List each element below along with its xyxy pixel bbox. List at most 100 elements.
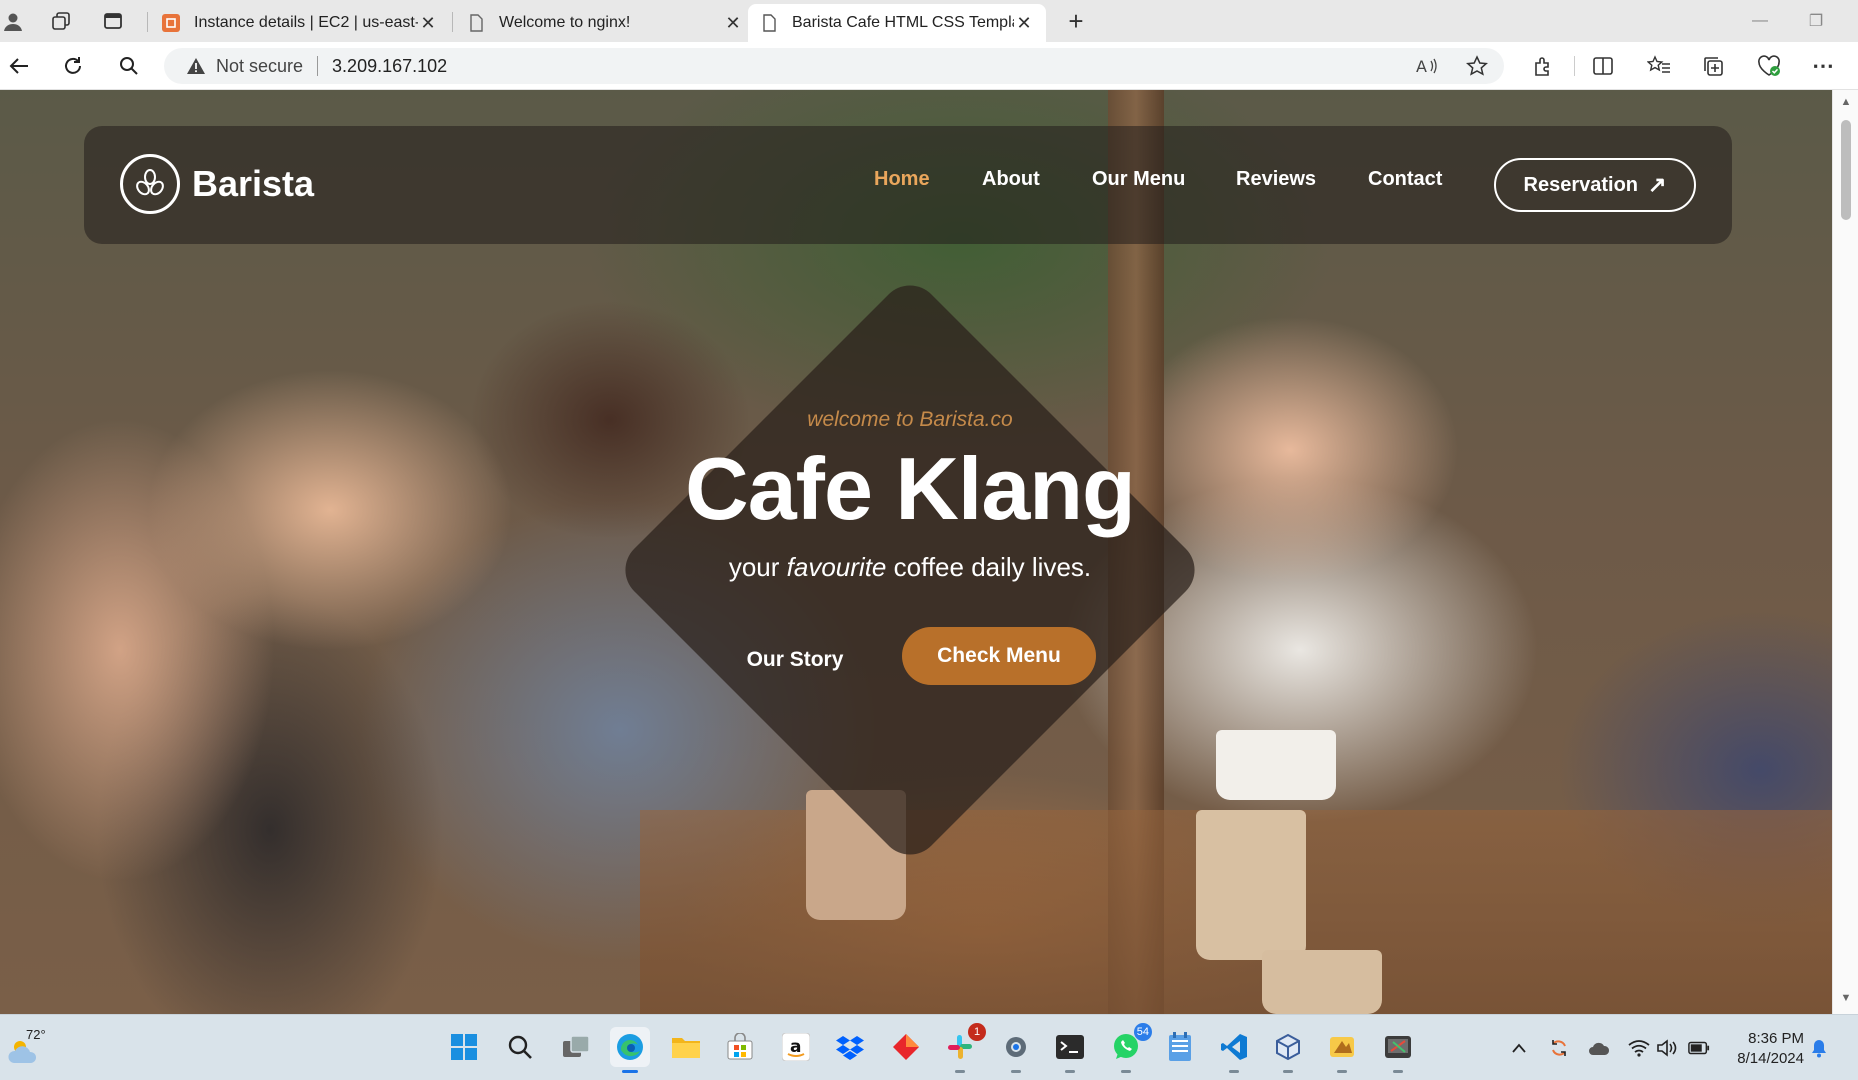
- refresh-button[interactable]: [58, 52, 88, 80]
- favorite-star-icon[interactable]: [1462, 52, 1492, 80]
- tab-title: Barista Cafe HTML CSS Template: [792, 14, 1014, 31]
- page-scrollbar[interactable]: ▲ ▼: [1832, 90, 1858, 1014]
- tagline-start: your: [728, 552, 787, 582]
- new-tab-button[interactable]: +: [1060, 6, 1092, 36]
- chevron-up-icon[interactable]: [1508, 1037, 1530, 1059]
- tagline-emphasis: favourite: [786, 552, 887, 582]
- svg-text:A: A: [1416, 57, 1427, 76]
- address-bar[interactable]: Not secure 3.209.167.102: [164, 48, 1504, 84]
- reservation-button[interactable]: Reservation ↗: [1494, 158, 1696, 212]
- reservation-label: Reservation: [1523, 173, 1639, 196]
- whatsapp-icon[interactable]: 54: [1106, 1023, 1152, 1073]
- arrow-up-right-icon: ↗: [1648, 172, 1667, 197]
- running-indicator: [1283, 1070, 1293, 1073]
- taskbar-search-icon[interactable]: [500, 1027, 540, 1067]
- running-indicator: [1229, 1070, 1239, 1073]
- close-icon[interactable]: ✕: [1014, 13, 1034, 34]
- tab-ec2[interactable]: Instance details | EC2 | us-east-1 ✕: [150, 4, 450, 42]
- wifi-icon[interactable]: [1628, 1037, 1650, 1059]
- workspaces-icon[interactable]: [48, 8, 74, 34]
- clock-date: 8/14/2024: [1737, 1050, 1804, 1067]
- volume-icon[interactable]: [1656, 1037, 1678, 1059]
- close-icon[interactable]: ✕: [723, 13, 743, 34]
- start-button[interactable]: [444, 1027, 484, 1067]
- site-brand[interactable]: Barista: [120, 154, 314, 214]
- nav-about[interactable]: About: [982, 168, 1040, 191]
- hero-welcome: welcome to Barista.co: [807, 408, 1013, 431]
- notification-bell-icon[interactable]: [1808, 1037, 1830, 1059]
- our-story-button[interactable]: Our Story: [720, 640, 870, 680]
- scroll-thumb[interactable]: [1841, 120, 1851, 220]
- file-explorer-icon[interactable]: [666, 1027, 706, 1067]
- browser-essentials-icon[interactable]: [1754, 52, 1784, 80]
- sync-icon[interactable]: [1548, 1037, 1570, 1059]
- nav-reviews[interactable]: Reviews: [1236, 168, 1316, 191]
- edge-browser-icon[interactable]: [610, 1027, 650, 1073]
- security-label[interactable]: Not secure: [216, 56, 303, 77]
- terminal-icon[interactable]: [1050, 1027, 1090, 1073]
- clock-time: 8:36 PM: [1748, 1030, 1804, 1047]
- more-options-icon[interactable]: ⋯: [1808, 52, 1838, 80]
- tab-separator: [147, 12, 148, 32]
- site-header: Barista Home About Our Menu Reviews Cont…: [84, 126, 1732, 244]
- tab-nginx[interactable]: Welcome to nginx! ✕: [455, 4, 755, 42]
- running-indicator: [1121, 1070, 1131, 1073]
- brand-name: Barista: [192, 163, 315, 204]
- page-viewport: Barista Home About Our Menu Reviews Cont…: [0, 90, 1832, 1014]
- snipping-tool-icon[interactable]: [1378, 1027, 1418, 1073]
- nav-contact[interactable]: Contact: [1368, 168, 1442, 191]
- system-clock[interactable]: 8:36 PM 8/14/2024: [1720, 1029, 1804, 1069]
- slack-icon[interactable]: 1: [940, 1023, 986, 1073]
- running-indicator: [1065, 1070, 1075, 1073]
- scroll-down-arrow-icon[interactable]: ▼: [1838, 992, 1854, 1008]
- close-icon[interactable]: ✕: [418, 13, 438, 34]
- warning-icon[interactable]: [186, 56, 206, 76]
- hero-background-cup: [1196, 810, 1306, 960]
- hero-tagline: your favourite coffee daily lives.: [600, 552, 1220, 583]
- virtualbox-icon[interactable]: [1268, 1027, 1308, 1073]
- check-menu-button[interactable]: Check Menu: [902, 627, 1096, 685]
- weather-widget[interactable]: 72°: [8, 1027, 48, 1069]
- settings-gear-icon[interactable]: [996, 1027, 1036, 1073]
- tab-title: Instance details | EC2 | us-east-1: [194, 14, 418, 31]
- vertical-tabs-icon[interactable]: [100, 8, 126, 34]
- aws-icon: [162, 14, 180, 32]
- page-icon: [760, 14, 778, 32]
- red-diamond-app-icon[interactable]: [886, 1027, 926, 1067]
- back-button[interactable]: [4, 52, 34, 80]
- microsoft-store-icon[interactable]: [720, 1027, 760, 1067]
- amazon-icon[interactable]: a: [776, 1027, 816, 1067]
- restore-button[interactable]: ❐: [1796, 8, 1836, 34]
- collections-icon[interactable]: [1698, 52, 1728, 80]
- favorites-icon[interactable]: [1644, 52, 1674, 80]
- coffee-beans-logo-icon: [120, 154, 180, 214]
- profile-icon[interactable]: [0, 8, 26, 34]
- battery-icon[interactable]: [1688, 1037, 1710, 1059]
- page-icon: [467, 14, 485, 32]
- hero-title: Cafe Klang: [685, 439, 1136, 538]
- onedrive-cloud-icon[interactable]: [1588, 1037, 1610, 1059]
- read-aloud-icon[interactable]: A: [1412, 52, 1442, 80]
- nav-our-menu[interactable]: Our Menu: [1092, 168, 1185, 191]
- dropbox-icon[interactable]: [830, 1027, 870, 1067]
- minimize-button[interactable]: —: [1740, 8, 1780, 34]
- notepad-icon[interactable]: [1160, 1027, 1200, 1067]
- browser-toolbar: Not secure 3.209.167.102 A ⋯: [0, 42, 1858, 90]
- hero-background-cup: [1216, 730, 1336, 800]
- running-indicator: [1011, 1070, 1021, 1073]
- task-view-icon[interactable]: [556, 1027, 596, 1067]
- omnibox-divider: [317, 56, 319, 76]
- extensions-icon[interactable]: [1528, 52, 1558, 80]
- url-text[interactable]: 3.209.167.102: [332, 56, 447, 77]
- search-icon[interactable]: [114, 52, 144, 80]
- yellow-tool-app-icon[interactable]: [1322, 1027, 1362, 1073]
- browser-titlebar: Instance details | EC2 | us-east-1 ✕ Wel…: [0, 0, 1858, 42]
- split-screen-icon[interactable]: [1588, 52, 1618, 80]
- tab-barista[interactable]: Barista Cafe HTML CSS Template ✕: [748, 4, 1046, 42]
- vscode-icon[interactable]: [1214, 1027, 1254, 1073]
- running-indicator: [1337, 1070, 1347, 1073]
- nav-home[interactable]: Home: [874, 168, 930, 191]
- windows-taskbar: 72° a 1 54 8:36 PM 8/14/2024: [0, 1014, 1858, 1080]
- tab-separator: [452, 12, 453, 32]
- scroll-up-arrow-icon[interactable]: ▲: [1838, 96, 1854, 112]
